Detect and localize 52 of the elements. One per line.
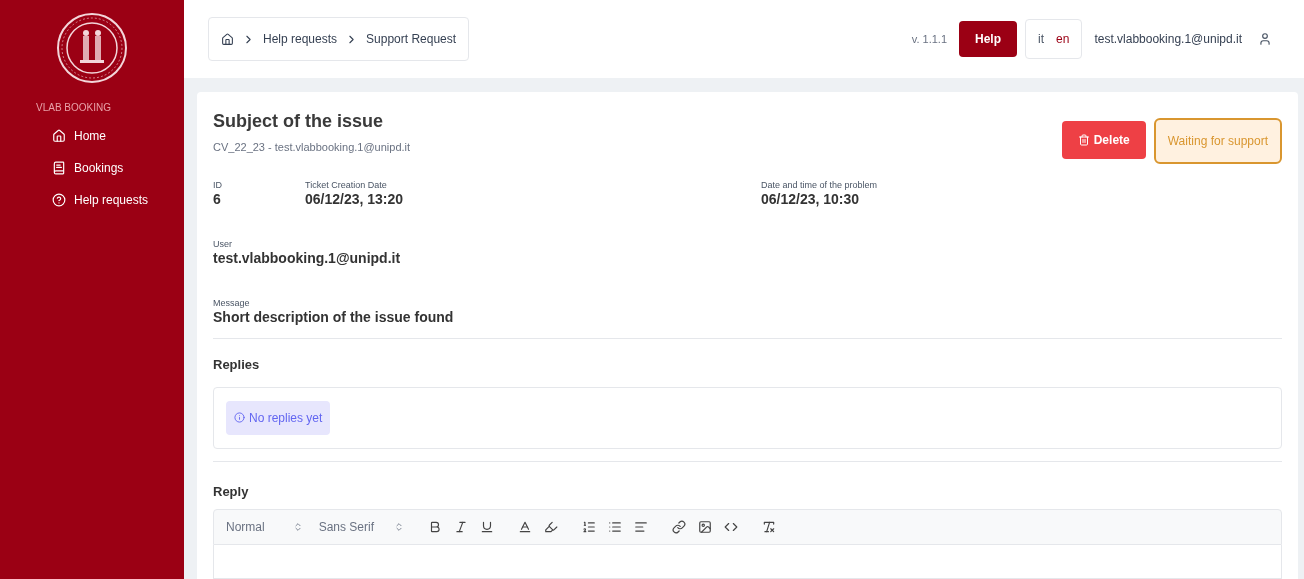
font-select[interactable]: Sans Serif [318, 518, 405, 537]
breadcrumb-link[interactable]: Help requests [263, 30, 338, 48]
field-label: Message [213, 297, 251, 309]
seal-logo-icon [56, 12, 128, 84]
field-label: ID [213, 180, 223, 192]
editor-field[interactable] [213, 545, 1282, 579]
bullet-list-icon[interactable] [608, 520, 623, 535]
field-label: Ticket Creation Date [305, 180, 388, 192]
select-arrows-icon [394, 522, 405, 533]
home-icon [52, 129, 66, 143]
status-badge: Waiting for support [1153, 118, 1282, 164]
ticket-title: Subject of the issue [213, 110, 385, 133]
breadcrumb-link[interactable]: Support Request [366, 30, 457, 48]
question-icon [52, 193, 66, 207]
sidebar-item[interactable]: Bookings [52, 159, 184, 177]
field-label: User [213, 238, 233, 250]
user-icon[interactable] [1258, 32, 1272, 46]
delete-button[interactable]: Delete [1061, 121, 1146, 159]
highlight-icon[interactable] [544, 520, 559, 535]
field-value: test.vlabbooking.1@unipd.it [213, 250, 402, 268]
format-select[interactable]: Normal [226, 518, 303, 537]
user-email: test.vlabbooking.1@unipd.it [1094, 31, 1242, 48]
field-label: Date and time of the problem [761, 180, 878, 192]
field-value: 06/12/23, 10:30 [761, 191, 861, 209]
help-button[interactable]: Help [959, 21, 1018, 57]
field-value: 6 [213, 191, 222, 209]
underline-icon[interactable] [480, 520, 495, 535]
language-option[interactable]: it [1038, 30, 1045, 48]
brand-name: VLAB BOOKING [35, 101, 113, 115]
italic-icon[interactable] [454, 520, 469, 535]
info-icon [234, 412, 245, 424]
replies-heading: Replies [213, 356, 261, 375]
bold-icon[interactable] [428, 520, 443, 535]
empty-notice: No replies yet [226, 400, 331, 435]
home-icon[interactable] [221, 32, 234, 46]
trash-icon [1077, 134, 1090, 146]
link-icon[interactable] [672, 520, 687, 535]
ticket-subtitle: CV_22_23 - test.vlabbooking.1@unipd.it [213, 140, 412, 155]
select-arrows-icon [292, 522, 303, 533]
text-color-icon[interactable] [518, 520, 533, 535]
sidebar-item[interactable]: Home [52, 127, 184, 145]
sidebar-item[interactable]: Help requests [52, 191, 184, 209]
version-label: v. 1.1.1 [911, 31, 947, 47]
align-icon[interactable] [634, 520, 649, 535]
field-value: Short description of the issue found [213, 308, 455, 327]
language-option[interactable]: en [1056, 30, 1070, 48]
ordered-list-icon[interactable] [582, 520, 597, 535]
field-value: 06/12/23, 13:20 [305, 191, 405, 209]
reply-heading: Reply [213, 482, 250, 501]
image-icon[interactable] [698, 520, 713, 535]
book-icon [52, 161, 66, 175]
clear-format-icon[interactable] [762, 520, 777, 535]
